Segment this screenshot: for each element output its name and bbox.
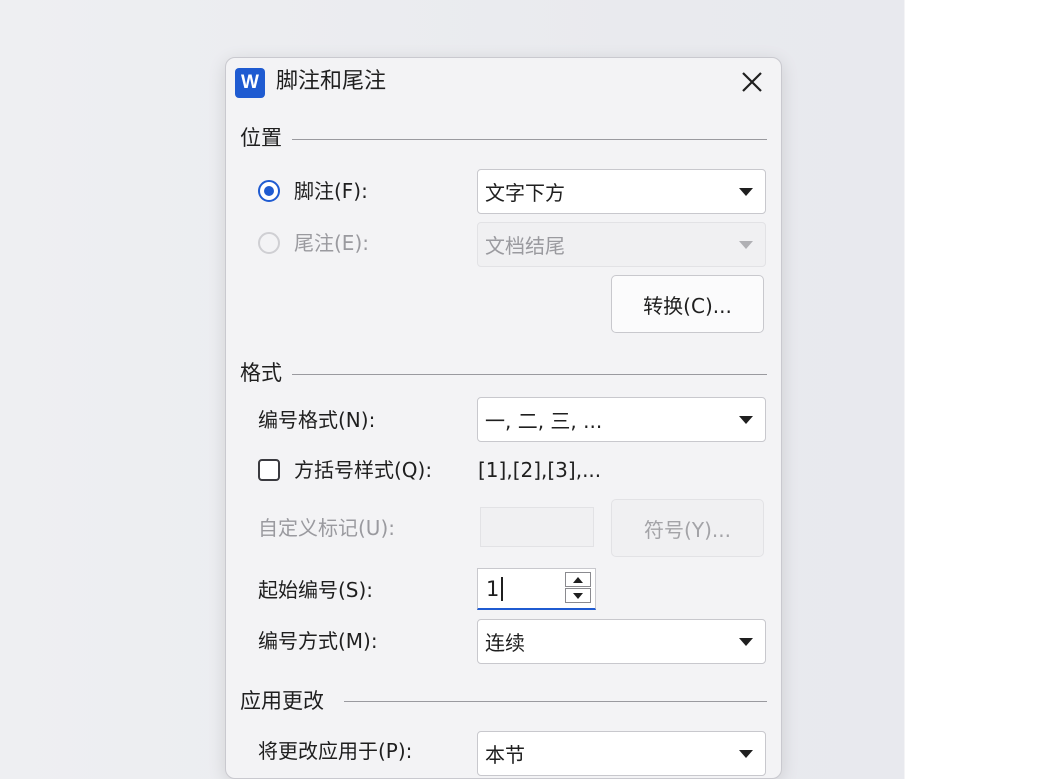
arrow-up-icon bbox=[573, 576, 583, 583]
number-format-select[interactable]: 一, 二, 三, ... bbox=[477, 397, 766, 442]
start-at-label: 起始编号(S): bbox=[258, 578, 374, 602]
position-section-label: 位置 bbox=[240, 126, 282, 150]
numbering-value: 连续 bbox=[485, 631, 525, 655]
footnote-location-select[interactable]: 文字下方 bbox=[477, 169, 766, 214]
dialog-title: 脚注和尾注 bbox=[276, 69, 387, 94]
apply-to-value: 本节 bbox=[485, 743, 525, 767]
apply-section-label: 应用更改 bbox=[240, 689, 324, 713]
bracket-style-label: 方括号样式(Q): bbox=[294, 458, 433, 482]
increment-button[interactable] bbox=[565, 572, 591, 587]
text-cursor bbox=[501, 576, 504, 601]
apply-divider bbox=[344, 701, 767, 702]
apply-to-select[interactable]: 本节 bbox=[477, 731, 766, 776]
wps-writer-logo-icon: W bbox=[235, 68, 265, 98]
endnote-label: 尾注(E): bbox=[294, 231, 369, 255]
endnote-location-select[interactable]: 文档结尾 bbox=[477, 222, 766, 267]
format-divider bbox=[292, 374, 767, 375]
number-format-label: 编号格式(N): bbox=[258, 408, 376, 432]
chevron-down-icon bbox=[739, 637, 753, 646]
numbering-label: 编号方式(M): bbox=[258, 629, 378, 653]
number-format-value: 一, 二, 三, ... bbox=[485, 409, 603, 433]
convert-button[interactable]: 转换(C)... bbox=[611, 275, 764, 333]
chevron-down-icon bbox=[739, 187, 753, 196]
bracket-style-checkbox[interactable] bbox=[258, 459, 280, 481]
footnote-radio[interactable] bbox=[258, 180, 280, 202]
chevron-down-icon bbox=[739, 749, 753, 758]
decrement-button[interactable] bbox=[565, 588, 591, 603]
start-at-value: 1 bbox=[486, 576, 500, 601]
apply-to-label: 将更改应用于(P): bbox=[258, 739, 413, 763]
document-page-area bbox=[905, 0, 1064, 758]
custom-mark-input[interactable] bbox=[480, 507, 594, 547]
symbol-button-label: 符号(Y)... bbox=[644, 517, 731, 542]
chevron-down-icon bbox=[739, 240, 753, 249]
chevron-down-icon bbox=[739, 415, 753, 424]
close-icon[interactable] bbox=[738, 68, 766, 96]
footnote-label: 脚注(F): bbox=[294, 179, 368, 203]
format-section-label: 格式 bbox=[240, 361, 282, 385]
footnote-endnote-dialog: W 脚注和尾注 位置 脚注(F): 文字下方 尾注(E): 文档结尾 转换(C)… bbox=[225, 57, 782, 779]
endnote-radio[interactable] bbox=[258, 232, 280, 254]
endnote-location-value: 文档结尾 bbox=[485, 234, 565, 258]
arrow-down-icon bbox=[573, 592, 583, 599]
footnote-location-value: 文字下方 bbox=[485, 181, 565, 205]
convert-button-label: 转换(C)... bbox=[643, 293, 732, 318]
numbering-select[interactable]: 连续 bbox=[477, 619, 766, 664]
symbol-button[interactable]: 符号(Y)... bbox=[611, 499, 764, 557]
custom-mark-label: 自定义标记(U): bbox=[258, 516, 395, 540]
bracket-style-example: [1],[2],[3],... bbox=[478, 458, 602, 482]
position-divider bbox=[292, 139, 767, 140]
